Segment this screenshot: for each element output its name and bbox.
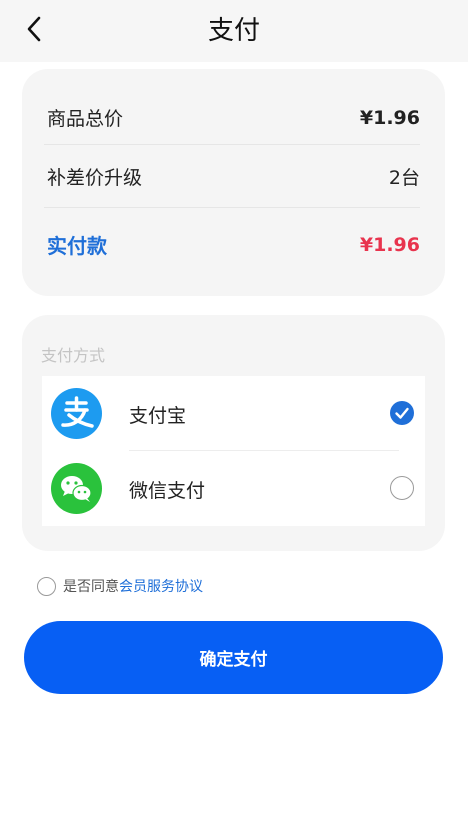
agreement-prefix: 是否同意: [63, 579, 119, 595]
alipay-label: 支付宝: [129, 405, 187, 427]
page-title: 支付: [207, 16, 260, 46]
wechat-pay-label: 微信支付: [129, 480, 206, 502]
paid-label: 实付款: [47, 234, 107, 258]
total-price-label: 商品总价: [47, 108, 124, 130]
total-price-value: ¥1.96: [359, 106, 420, 129]
alipay-radio-checked[interactable]: [390, 401, 414, 425]
paid-value: ¥1.96: [359, 233, 420, 256]
alipay-icon: [51, 388, 102, 439]
check-icon: [390, 407, 414, 429]
member-service-agreement-link[interactable]: 会员服务协议: [119, 576, 203, 596]
confirm-payment-button[interactable]: 确定支付: [24, 621, 443, 694]
payment-option-wechat[interactable]: 微信支付: [42, 451, 425, 526]
agreement-row: 是否同意 会员服务协议: [37, 576, 203, 596]
divider: [44, 207, 420, 208]
top-bar: 支付: [0, 0, 468, 62]
upgrade-label: 补差价升级: [47, 167, 143, 189]
upgrade-row: 补差价升级 2台: [47, 163, 420, 190]
payment-method-list: 支付宝 微信支付: [42, 376, 425, 526]
confirm-payment-label: 确定支付: [199, 650, 268, 669]
wechat-icon: [51, 463, 102, 514]
payment-method-title: 支付方式: [41, 346, 106, 365]
upgrade-value: 2台: [388, 167, 420, 189]
wechat-radio-unchecked[interactable]: [390, 476, 414, 500]
total-price-row: 商品总价 ¥1.96: [47, 104, 420, 131]
payment-option-alipay[interactable]: 支付宝: [42, 376, 425, 451]
divider: [44, 144, 420, 145]
paid-row: 实付款 ¥1.96: [47, 230, 420, 259]
agreement-checkbox[interactable]: [37, 576, 56, 596]
